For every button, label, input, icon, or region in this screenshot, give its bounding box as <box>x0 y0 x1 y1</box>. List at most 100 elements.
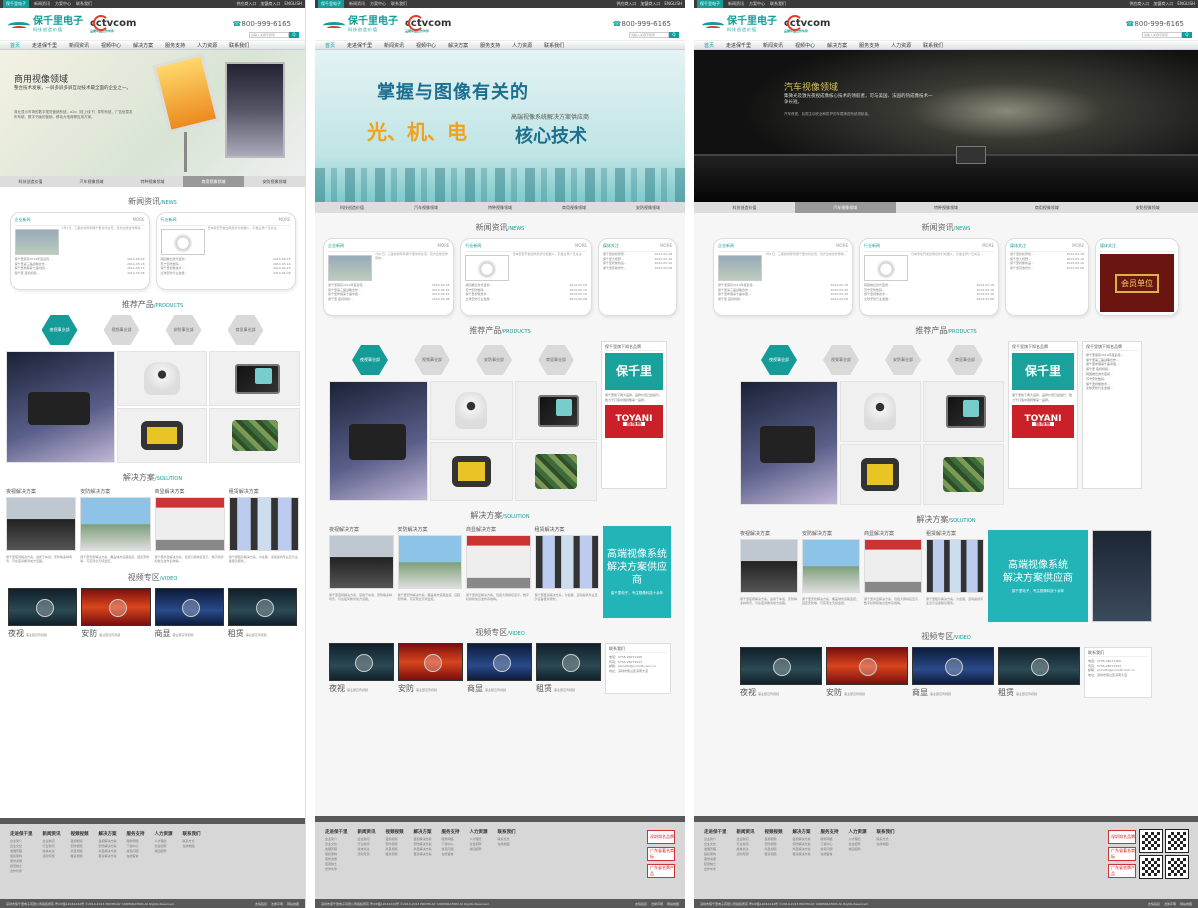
product-camera[interactable] <box>740 381 838 505</box>
solution-card[interactable]: 安防解决方案 保千里安防解决方案，覆盖城市道路监控、园区安防等，可实现全天候监控。 <box>80 488 151 563</box>
award-badge[interactable]: 广东省名牌产品 <box>1108 864 1136 878</box>
product-tab[interactable]: 视频事业部 <box>103 315 140 345</box>
top-right-link[interactable]: 加盟商入口 <box>1153 1 1173 7</box>
nav-item[interactable]: 解决方案 <box>133 42 153 49</box>
top-right-link[interactable]: 供应商入口 <box>616 1 636 7</box>
solution-card[interactable]: 安防解决方案 保千里安防解决方案，覆盖城市道路监控、园区安防等，可实现全天候监控。 <box>802 530 860 622</box>
news-photo[interactable] <box>864 255 908 281</box>
solution-photo[interactable] <box>802 539 860 593</box>
video-card[interactable]: 租赁 事业部宣传视频 <box>227 588 297 639</box>
footer-bottom-link[interactable]: 网站地图 <box>1180 902 1192 906</box>
footer-bottom-link[interactable]: 友情链接 <box>635 902 647 906</box>
search-input[interactable]: 请输入关键字搜索 <box>249 32 289 38</box>
product-tab[interactable]: 夜视事业部 <box>352 345 388 375</box>
video-thumb[interactable] <box>329 643 394 681</box>
solution-card[interactable]: 商显解决方案 保千里商显解决方案，包括大屏拼接显示、数字标牌和信息发布系统等。 <box>154 488 225 563</box>
news-photo[interactable] <box>328 255 372 281</box>
footer-link[interactable]: 校园招聘 <box>155 849 173 854</box>
news-photo[interactable] <box>465 255 510 281</box>
banner-tab[interactable]: 科技创造价值 <box>315 202 389 213</box>
footer-link[interactable]: 租赁视频 <box>765 852 783 857</box>
top-link[interactable]: 方案中心 <box>370 1 386 7</box>
footer-bottom-link[interactable]: 友情链接 <box>255 902 267 906</box>
news-row[interactable]: 全球安防行业发展… 2014-05-08 <box>161 271 291 276</box>
footer-link[interactable]: 校园招聘 <box>470 847 488 852</box>
banner-tab[interactable]: 安防视像领域 <box>611 202 685 213</box>
product-dome-camera[interactable] <box>116 351 208 406</box>
footer-link[interactable]: 活动专题 <box>358 852 376 857</box>
video-card[interactable]: 夜视 事业部宣传视频 <box>740 647 822 698</box>
video-card[interactable]: 商显 事业部宣传视频 <box>467 643 532 694</box>
banner-tab[interactable]: 特种视像领域 <box>463 202 537 213</box>
more-link[interactable]: MORE <box>982 243 994 249</box>
nav-item[interactable]: 新闻资讯 <box>763 42 783 49</box>
footer-link[interactable]: 租赁解决方案 <box>99 854 117 859</box>
product-device-camo[interactable] <box>922 444 1004 505</box>
brand-baoqianli[interactable]: 保千里 <box>1012 352 1074 390</box>
product-tab[interactable]: 夜视事业部 <box>41 315 78 345</box>
banner-tab[interactable]: 特种视像领域 <box>896 202 997 213</box>
footer-bottom-link[interactable]: 网站地图 <box>667 902 679 906</box>
more-link[interactable]: MORE <box>575 243 587 249</box>
video-thumb[interactable] <box>154 588 224 626</box>
solution-card[interactable]: 安防解决方案 保千里安防解决方案，覆盖城市道路监控、园区安防等，可实现全天候监控。 <box>397 526 462 618</box>
banner-tab[interactable]: 科技创造价值 <box>0 176 61 187</box>
more-link[interactable]: MORE <box>660 243 672 249</box>
news-row[interactable]: 全球安防行业发展… <box>1086 386 1138 391</box>
video-thumb[interactable] <box>998 647 1080 685</box>
product-tab[interactable]: 视频事业部 <box>414 345 450 375</box>
nav-item[interactable]: 首页 <box>704 42 714 49</box>
footer-link[interactable]: 租赁视频 <box>71 854 89 859</box>
video-thumb[interactable] <box>740 647 822 685</box>
solution-photo[interactable] <box>80 497 151 551</box>
award-badge[interactable]: 广东省名牌产品 <box>647 864 675 878</box>
product-tab[interactable]: 商显事业部 <box>227 315 264 345</box>
more-link[interactable]: MORE <box>279 217 291 223</box>
product-monitor[interactable] <box>922 381 1004 442</box>
product-tab[interactable]: 安防事业部 <box>885 345 921 375</box>
solution-photo[interactable] <box>740 539 798 593</box>
video-card[interactable]: 安防 事业部宣传视频 <box>398 643 463 694</box>
nav-item[interactable]: 联系我们 <box>544 42 564 49</box>
solution-photo[interactable] <box>926 539 984 593</box>
banner-tab[interactable]: 汽车视像领域 <box>389 202 463 213</box>
top-link[interactable]: 保千里电子 <box>3 0 29 8</box>
footer-link[interactable]: 租赁解决方案 <box>793 852 811 857</box>
footer-link[interactable]: 合作伙伴 <box>704 867 727 872</box>
footer-bottom-link[interactable]: 网站地图 <box>287 902 299 906</box>
news-row[interactable]: 全球安防行业发展… 2014-05-08 <box>465 297 586 302</box>
search-input[interactable]: 请输入关键字搜索 <box>1142 32 1182 38</box>
footer-link[interactable]: 校园招聘 <box>849 847 867 852</box>
footer-link[interactable]: 在线留言 <box>127 854 145 859</box>
solution-card[interactable]: 商显解决方案 保千里商显解决方案，包括大屏拼接显示、数字标牌和信息发布系统等。 <box>864 530 922 622</box>
banner-tab[interactable]: 商用视像领域 <box>537 202 611 213</box>
logo[interactable]: 保千里电子 科技创造价值 cctvcom 品牌中国合作伙伴 <box>8 14 136 33</box>
video-thumb[interactable] <box>81 588 151 626</box>
footer-link[interactable]: 在线留言 <box>442 852 460 857</box>
award-badge[interactable]: 深圳知名品牌 <box>647 830 675 844</box>
product-tab[interactable]: 商显事业部 <box>538 345 574 375</box>
solution-card[interactable]: 租赁解决方案 保千里租赁解决方案，为会展、活动提供专业显示设备租赁服务。 <box>926 530 984 622</box>
product-device-yellow[interactable] <box>116 408 208 463</box>
nav-item[interactable]: 服务支持 <box>480 42 500 49</box>
search-button[interactable]: Q <box>289 32 299 38</box>
solution-card[interactable]: 夜视解决方案 保千里夜视解决方案，适用于车载、安防等多种场景，可在夜间看清前方道路… <box>740 530 798 622</box>
hero-banner[interactable]: 掌握与图像有关的 光、机、电 高端视像系统解决方案供应商 核心技术 <box>315 50 685 202</box>
banner-tab[interactable]: 科技创造价值 <box>694 202 795 213</box>
nav-item[interactable]: 走进保千里 <box>726 42 751 49</box>
award-badge[interactable]: 深圳知名品牌 <box>1108 830 1136 844</box>
banner-tab[interactable]: 汽车视像领域 <box>61 176 122 187</box>
solution-card[interactable]: 商显解决方案 保千里商显解决方案，包括大屏拼接显示、数字标牌和信息发布系统等。 <box>466 526 531 618</box>
product-tab[interactable]: 安防事业部 <box>165 315 202 345</box>
nav-item[interactable]: 联系我们 <box>229 42 249 49</box>
footer-link[interactable]: 活动专题 <box>737 852 755 857</box>
video-thumb[interactable] <box>8 588 78 626</box>
solution-card[interactable]: 夜视解决方案 保千里夜视解决方案，适用于车载、安防等多种场景，可在夜间看清前方道路… <box>329 526 394 618</box>
solution-photo[interactable] <box>154 497 225 551</box>
video-thumb[interactable] <box>467 643 532 681</box>
search-button[interactable]: Q <box>1182 32 1192 38</box>
news-row[interactable]: 保千里 夜视视频… 2014-05-08 <box>328 297 449 302</box>
footer-bottom-link[interactable]: 友情链接 <box>1148 902 1160 906</box>
top-right-link[interactable]: 加盟商入口 <box>640 1 660 7</box>
news-photo[interactable] <box>160 229 205 255</box>
